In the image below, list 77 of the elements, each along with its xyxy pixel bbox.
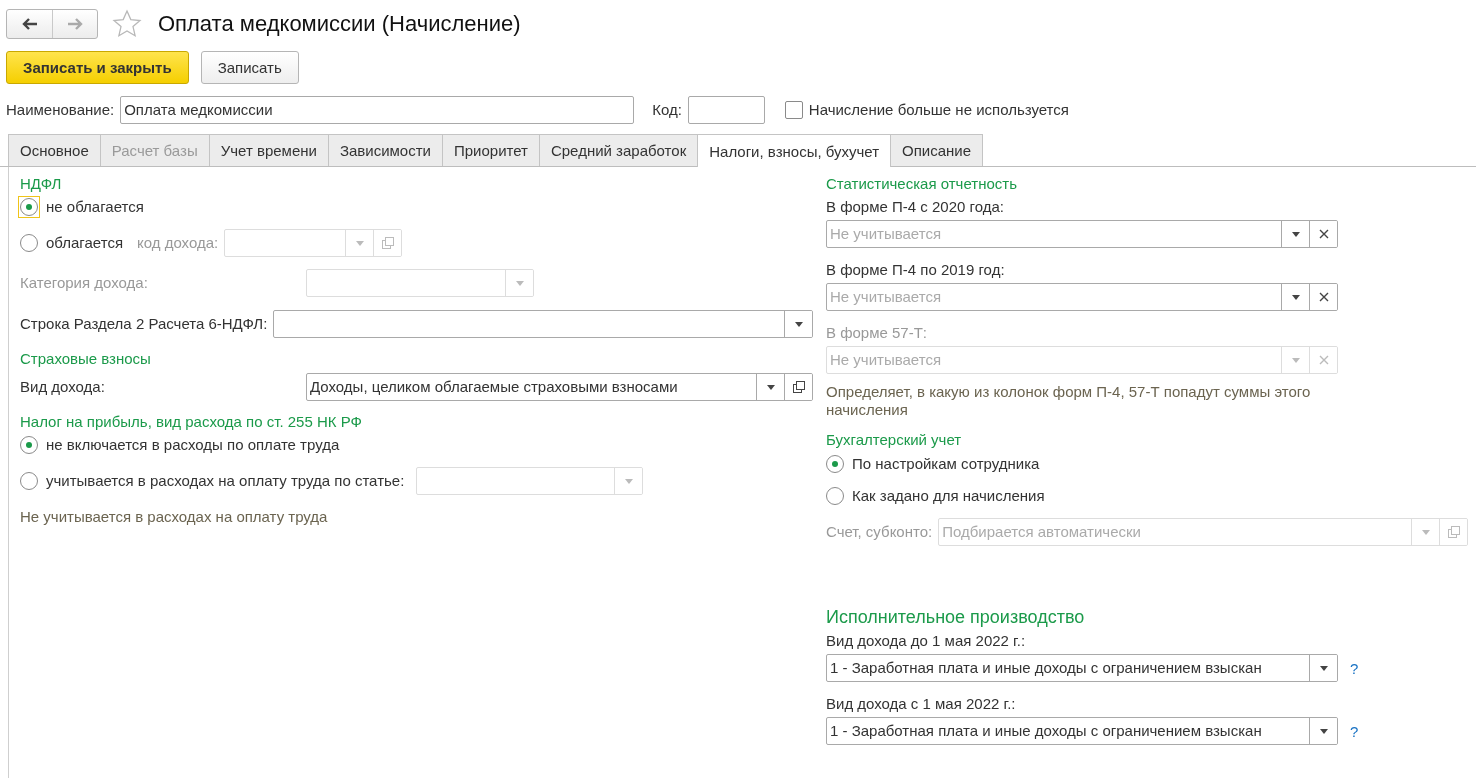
input-field[interactable]: Оплата медкомиссии: [120, 96, 635, 124]
radio-label[interactable]: По настройкам сотрудника: [852, 455, 1040, 473]
dropdown-button[interactable]: [784, 311, 812, 337]
radio-label[interactable]: Как задано для начисления: [852, 487, 1045, 505]
dropdown-field[interactable]: [273, 310, 813, 338]
tab[interactable]: Налоги, взносы, бухучет: [697, 134, 892, 167]
tab[interactable]: Основное: [8, 134, 101, 166]
radio-button[interactable]: [826, 487, 844, 505]
input-field[interactable]: [687, 96, 765, 124]
tab[interactable]: Описание: [890, 134, 984, 166]
clear-button[interactable]: [1309, 221, 1337, 247]
radio-button[interactable]: [20, 436, 38, 454]
caret-icon: [766, 384, 775, 390]
section-heading: НДФЛ: [20, 175, 63, 193]
caret-icon: [1319, 728, 1328, 734]
field-label: Счет, субконто:: [826, 523, 933, 541]
field-label: В форме П-4 с 2020 года:: [826, 198, 1005, 216]
radio-button[interactable]: [20, 234, 38, 252]
field-label: Наименование:: [6, 101, 115, 119]
save-and-close-button[interactable]: Записать и закрыть: [6, 51, 189, 84]
dropdown-button[interactable]: [1309, 655, 1337, 681]
radio-label[interactable]: не облагается: [46, 198, 144, 216]
caret-icon: [1319, 665, 1328, 671]
dropdown-field[interactable]: 1 - Заработная плата и иные доходы с ограничением взыскан: [826, 654, 1338, 682]
field-label: Строка Раздела 2 Расчета 6-НДФЛ:: [20, 315, 268, 333]
window-icon: [792, 381, 805, 393]
clear-button[interactable]: [1309, 284, 1337, 310]
note-text: Определяет, в какую из колонок форм П-4, 57-Т попадут суммы этого начисления: [826, 383, 1312, 419]
radio-label[interactable]: не включается в расходы по оплате труда: [46, 436, 340, 454]
field-label: В форме 57-Т:: [826, 324, 929, 342]
dropdown-button[interactable]: [1309, 718, 1337, 744]
section-heading: Бухгалтерский учет: [826, 431, 963, 449]
field-label: Вид дохода до 1 мая 2022 г.:: [826, 632, 1027, 650]
right-arrow-icon: [67, 18, 83, 30]
field-label: В форме П-4 по 2019 год:: [826, 261, 1006, 279]
caret-icon: [515, 280, 524, 286]
caret-icon: [1291, 294, 1300, 300]
close-icon: [1318, 229, 1329, 239]
radio-label[interactable]: учитывается в расходах на оплату труда по статье:: [46, 472, 405, 490]
caret-icon: [1421, 529, 1430, 535]
field-label: Вид дохода с 1 мая 2022 г.:: [826, 695, 1017, 713]
caret-icon: [1291, 231, 1300, 237]
tab[interactable]: Учет времени: [208, 134, 329, 166]
caret-icon: [624, 478, 633, 484]
tab[interactable]: Зависимости: [327, 134, 443, 166]
section-heading: Исполнительное производство: [826, 606, 1086, 628]
open-button[interactable]: [784, 374, 812, 400]
note-text: Не учитывается в расходах на оплату труда: [20, 508, 329, 526]
close-icon: [1318, 355, 1329, 365]
section-heading: Налог на прибыль, вид расхода по ст. 255 НК РФ: [20, 413, 363, 431]
radio-button[interactable]: [20, 472, 38, 490]
dropdown-field[interactable]: 1 - Заработная плата и иные доходы с ограничением взыскан: [826, 717, 1338, 745]
field-label: Категория дохода:: [20, 274, 149, 292]
caret-icon: [355, 240, 364, 246]
checkbox-label[interactable]: Начисление больше не используется: [808, 101, 1069, 119]
caret-icon: [1291, 357, 1300, 363]
tab[interactable]: Средний заработок: [538, 134, 699, 166]
section-heading: Страховые взносы: [20, 350, 152, 368]
field-label: Код:: [652, 101, 682, 119]
radio-label[interactable]: облагается: [46, 234, 123, 252]
left-arrow-icon: [21, 18, 38, 30]
field-label: код дохода:: [137, 234, 219, 252]
window-icon: [1447, 526, 1460, 538]
caret-icon: [794, 321, 803, 327]
help-link[interactable]: ?: [1350, 659, 1359, 677]
help-link[interactable]: ?: [1350, 722, 1359, 740]
window-icon: [381, 237, 394, 249]
field-label: Вид дохода:: [20, 378, 106, 396]
radio-button[interactable]: [826, 455, 844, 473]
section-heading: Статистическая отчетность: [826, 175, 1018, 193]
window-title: Оплата медкомиссии (Начисление): [158, 11, 521, 37]
star-icon[interactable]: [112, 9, 142, 39]
dropdown-field[interactable]: Доходы, целиком облагаемые страховыми взносами: [306, 373, 813, 401]
close-icon: [1318, 292, 1329, 302]
checkbox[interactable]: [784, 101, 803, 119]
tab[interactable]: Приоритет: [441, 134, 540, 166]
save-button[interactable]: Записать: [200, 51, 299, 84]
